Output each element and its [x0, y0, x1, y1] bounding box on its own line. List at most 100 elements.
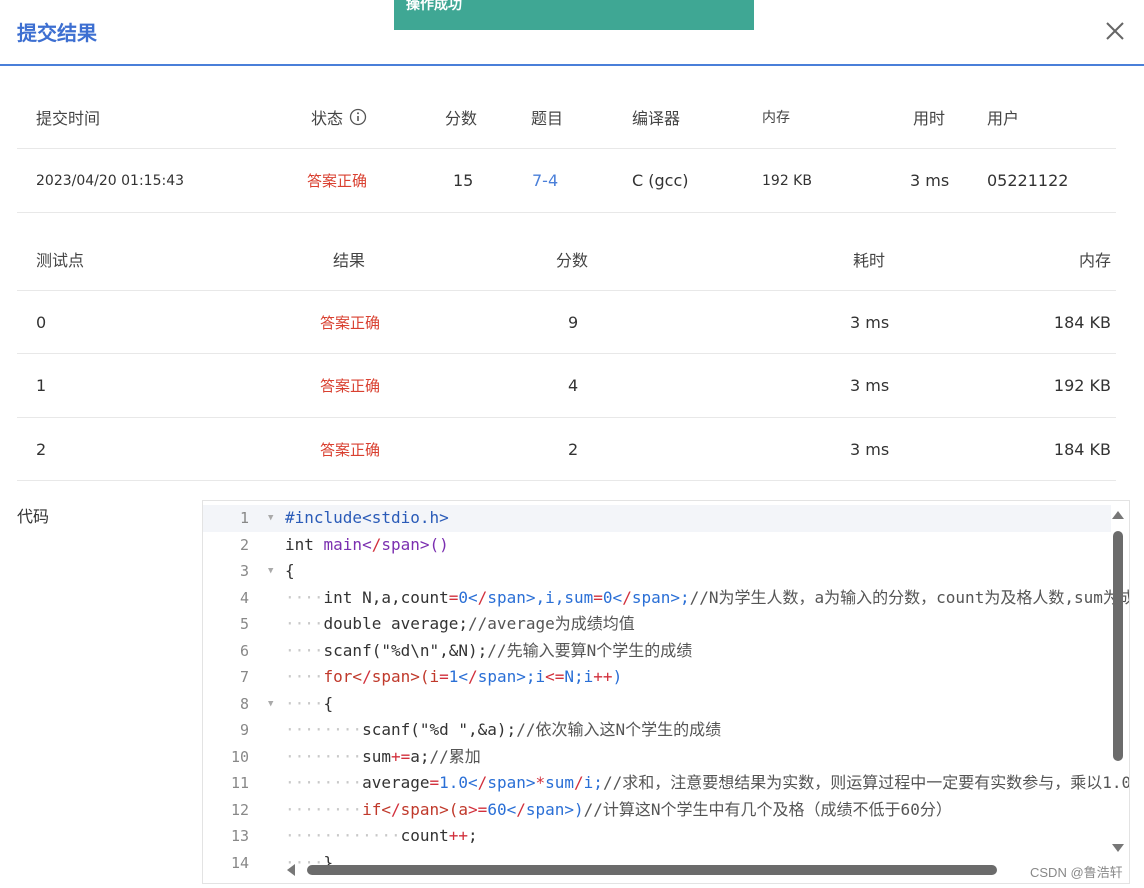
testcase-result: 答案正确: [320, 440, 381, 459]
testcase-id: 0: [36, 312, 47, 332]
compiler-value: C (gcc): [632, 171, 689, 190]
testcase-id: 2: [36, 439, 47, 459]
header-status: 状态: [311, 86, 367, 148]
code-text: ····{: [285, 693, 334, 713]
testcase-score: 4: [568, 376, 579, 395]
fold-arrow-icon[interactable]: ▼: [268, 505, 273, 532]
header-problem: 题目: [531, 109, 564, 128]
code-line: 5 ····double average;//average为成绩均值: [203, 611, 1111, 638]
line-number: 9: [239, 721, 249, 739]
header-test-score: 分数: [556, 251, 589, 270]
code-line: 13 ············count++;: [203, 823, 1111, 850]
line-number: 5: [239, 615, 249, 633]
summary-header-row: 提交时间 状态 分数 题目 编译器 内存 用时 用户: [17, 86, 1116, 149]
dialog-header: 提交结果: [0, 0, 1144, 66]
total-score: 15: [453, 171, 474, 190]
code-text: int main</span>(): [285, 534, 449, 554]
line-number: 7: [239, 668, 249, 686]
tests-header-row: 测试点 结果 分数 耗时 内存: [17, 228, 1116, 291]
testcase-result: 答案正确: [320, 377, 381, 395]
code-line: 9 ········scanf("%d ",&a);//依次输入这N个学生的成绩: [203, 717, 1111, 744]
line-number: 11: [230, 774, 249, 792]
code-text: ········scanf("%d ",&a);//依次输入这N个学生的成绩: [285, 720, 722, 739]
fold-arrow-icon[interactable]: ▼: [268, 691, 273, 718]
line-number: 3: [239, 562, 249, 580]
code-line: 7 ····for</span>(i=1</span>;i<=N;i++): [203, 664, 1111, 691]
testcase-memory: 184 KB: [1053, 439, 1111, 459]
code-text: #include<stdio.h>: [285, 508, 449, 527]
line-number: 6: [239, 641, 249, 660]
fold-arrow-icon[interactable]: ▼: [268, 558, 273, 585]
code-text: {: [285, 561, 295, 580]
line-number: 8: [239, 694, 249, 713]
header-status-label: 状态: [311, 109, 344, 128]
header-compiler: 编译器: [632, 109, 681, 128]
memory-value: 192 KB: [762, 172, 812, 189]
scroll-down-icon[interactable]: [1111, 842, 1125, 854]
code-line: 11 ········average=1.0</span>*sum/i;//求和，…: [203, 770, 1129, 797]
testcase-memory: 192 KB: [1053, 376, 1111, 395]
code-line: 3 ▼ {: [203, 558, 1111, 585]
header-submit-time: 提交时间: [36, 109, 101, 128]
testcase-score: 2: [568, 439, 579, 459]
code-line: 2 int main</span>(): [203, 532, 1111, 559]
testcase-result: 答案正确: [320, 313, 381, 332]
line-number: 12: [230, 800, 249, 819]
line-number: 10: [230, 747, 249, 766]
code-label: 代码: [17, 507, 50, 526]
header-memory: 内存: [762, 110, 790, 126]
scroll-left-icon[interactable]: [285, 863, 297, 877]
testcase-score: 9: [568, 312, 579, 332]
testcase-memory: 184 KB: [1053, 312, 1111, 332]
line-number: 14: [230, 853, 249, 872]
user-value: 05221122: [987, 171, 1069, 190]
line-number: 4: [239, 588, 249, 607]
header-user: 用户: [987, 109, 1020, 128]
vertical-scrollbar[interactable]: [1111, 509, 1125, 854]
horizontal-scroll-thumb[interactable]: [307, 865, 997, 875]
close-icon[interactable]: [1104, 20, 1126, 42]
code-text: ············count++;: [285, 826, 478, 845]
line-number: 2: [239, 535, 249, 554]
line-number: 13: [230, 827, 249, 845]
header-elapsed: 耗时: [853, 251, 886, 270]
time-value: 3 ms: [910, 171, 950, 190]
watermark: CSDN @鲁浩轩: [1030, 865, 1123, 880]
code-editor[interactable]: 1 ▼ #include<stdio.h> 2 int main</span>() 3 ▼ {…: [202, 500, 1130, 884]
code-line: 1 ▼ #include<stdio.h>: [203, 505, 1111, 532]
code-line: 8 ▼ ····{: [203, 691, 1111, 718]
testcase-time: 3 ms: [850, 312, 890, 332]
header-testcase: 测试点: [36, 251, 85, 270]
horizontal-scrollbar[interactable]: [285, 863, 1105, 877]
code-text: ····for</span>(i=1</span>;i<=N;i++): [285, 667, 623, 686]
summary-row: 2023/04/20 01:15:43 答案正确 15 7-4 C (gcc) …: [17, 149, 1116, 213]
code-line: 4 ····int N,a,count=0</span>,i,sum=0</spa…: [203, 585, 1129, 612]
table-row: 0 答案正确 9 3 ms 184 KB: [17, 291, 1116, 354]
header-test-memory: 内存: [1078, 251, 1111, 270]
vertical-scroll-thumb[interactable]: [1113, 531, 1123, 761]
code-line: 6 ····scanf("%d\n",&N);//先输入要算N个学生的成绩: [203, 638, 1111, 665]
line-number: 1: [239, 509, 249, 527]
code-text: ········if</span>(a>=60</span>)//计算这N个学生…: [285, 799, 952, 819]
header-result: 结果: [333, 251, 366, 270]
code-line: 12 ········if</span>(a>=60</span>)//计算这N个…: [203, 797, 1111, 824]
table-row: 2 答案正确 2 3 ms 184 KB: [17, 418, 1116, 481]
header-score: 分数: [445, 109, 478, 128]
code-text: ····scanf("%d\n",&N);//先输入要算N个学生的成绩: [285, 640, 693, 660]
table-row: 1 答案正确 4 3 ms 192 KB: [17, 354, 1116, 418]
code-text: ········average=1.0</span>*sum/i;//求和，注意…: [285, 773, 1130, 792]
testcase-time: 3 ms: [850, 439, 890, 459]
problem-link[interactable]: 7-4: [532, 149, 558, 212]
testcase-time: 3 ms: [850, 376, 890, 395]
dialog-title: 提交结果: [17, 21, 97, 45]
testcase-id: 1: [36, 376, 47, 395]
code-text: ····int N,a,count=0</span>,i,sum=0</span…: [285, 587, 1129, 607]
code-text: ········sum+=a;//累加: [285, 746, 481, 766]
status-badge: 答案正确: [307, 172, 368, 190]
header-time: 用时: [913, 109, 946, 128]
scroll-up-icon[interactable]: [1111, 509, 1125, 521]
info-icon[interactable]: [349, 108, 367, 126]
code-line: 10 ········sum+=a;//累加: [203, 744, 1111, 771]
submit-time: 2023/04/20 01:15:43: [36, 172, 185, 189]
code-text: ····double average;//average为成绩均值: [285, 614, 635, 633]
